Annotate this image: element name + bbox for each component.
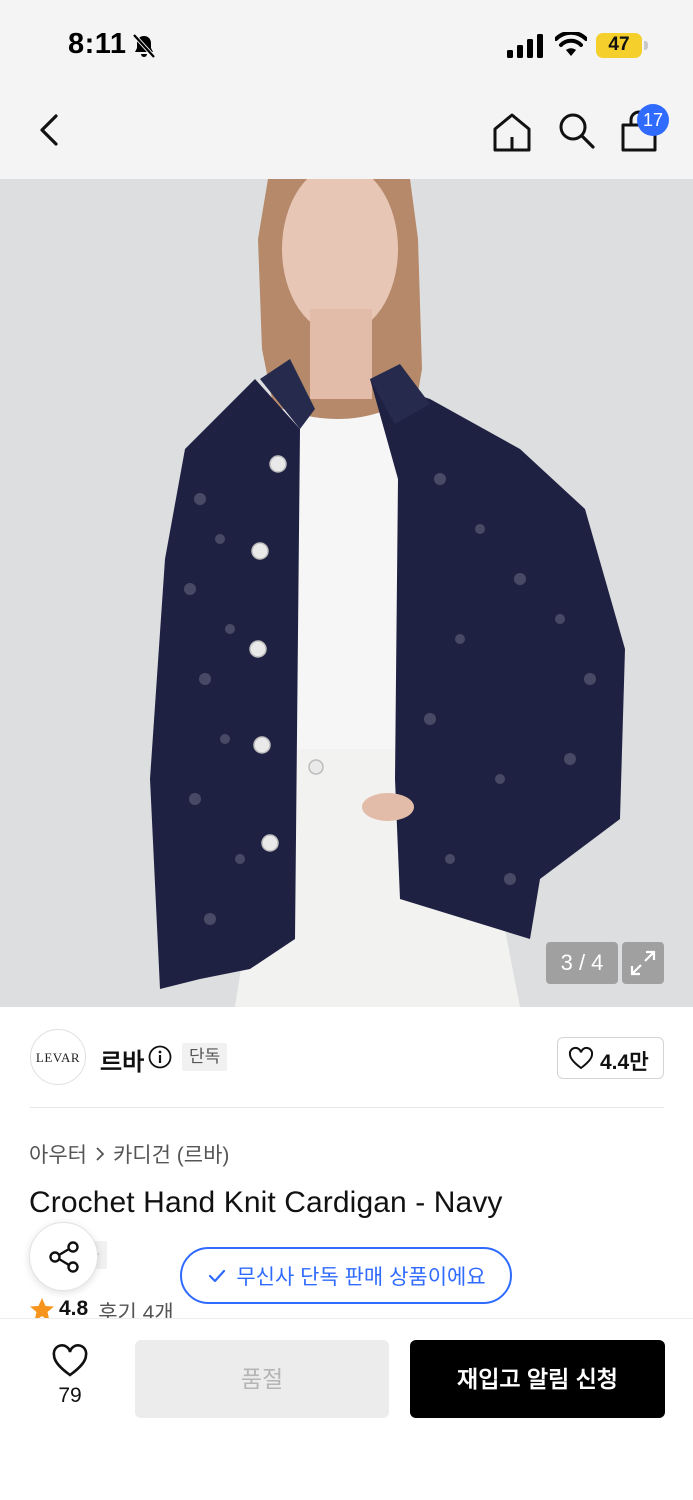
brand-like-count: 4.4만 <box>600 1051 649 1074</box>
top-nav <box>0 90 693 179</box>
breadcrumb: 아우터 카디건 (르바) <box>29 1139 229 1169</box>
status-bar: 8:11 47 <box>0 0 693 90</box>
review-count: 후기 4개 <box>98 1302 174 1319</box>
battery-cap <box>644 41 648 50</box>
product-image[interactable] <box>0 179 693 1007</box>
expand-button[interactable] <box>622 942 664 984</box>
wishlist-count: 79 <box>58 1384 82 1407</box>
product-title: Crochet Hand Knit Cardigan - Navy <box>29 1186 503 1219</box>
chevron-right-icon <box>96 1147 105 1161</box>
rating-row[interactable]: 4.8 후기 4개 <box>29 1297 174 1319</box>
signal-icon <box>507 34 543 58</box>
brand-name[interactable]: 르바 <box>100 1042 144 1077</box>
breadcrumb-item-outer[interactable]: 아우터 <box>29 1139 87 1169</box>
search-icon[interactable] <box>556 110 596 150</box>
wifi-icon <box>555 32 587 56</box>
divider <box>30 1107 664 1108</box>
share-button[interactable] <box>29 1222 98 1291</box>
info-icon[interactable] <box>148 1045 172 1069</box>
exclusive-badge: 단독 <box>182 1043 228 1071</box>
brand-like-button[interactable]: 4.4만 <box>557 1037 664 1079</box>
soldout-button: 품절 <box>135 1340 389 1418</box>
share-icon <box>49 1241 79 1273</box>
battery-icon: 47 <box>596 33 648 58</box>
breadcrumb-item-cardigan[interactable]: 카디건 (르바) <box>113 1139 229 1169</box>
star-icon <box>30 1298 54 1319</box>
wishlist-button[interactable]: 79 <box>40 1344 100 1414</box>
bell-off-icon <box>132 33 156 59</box>
back-icon[interactable] <box>30 110 70 150</box>
home-icon[interactable] <box>490 110 534 154</box>
expand-icon <box>630 950 656 976</box>
battery-level: 47 <box>608 34 630 55</box>
check-icon <box>209 1269 226 1282</box>
status-time: 8:11 <box>68 28 127 60</box>
brand-logo[interactable]: LEVAR <box>30 1029 86 1085</box>
cart-count-badge: 17 <box>637 104 669 136</box>
heart-icon <box>52 1344 88 1377</box>
image-counter: 3 / 4 <box>546 942 618 984</box>
restock-alert-button[interactable]: 재입고 알림 신청 <box>410 1340 665 1418</box>
rating-value: 4.8 <box>59 1297 89 1319</box>
heart-icon <box>568 1046 594 1070</box>
exclusive-toast: 무신사 단독 판매 상품이에요 <box>180 1247 512 1304</box>
product-photo <box>0 179 693 1007</box>
toast-text: 무신사 단독 판매 상품이에요 <box>236 1265 486 1289</box>
